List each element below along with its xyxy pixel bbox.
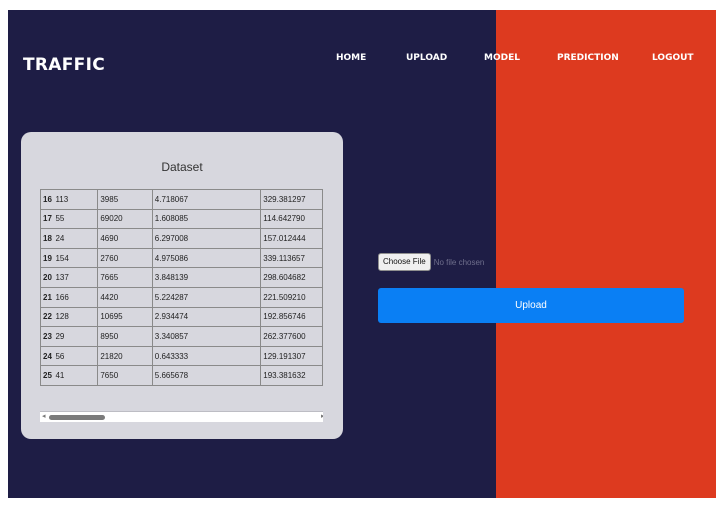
table-cell: 29 [54,326,99,347]
file-status-text: No file chosen [433,257,485,267]
table-cell: 69020 [97,208,153,230]
table-cell: 5.665678 [151,365,262,386]
table-cell: 3.848139 [151,267,262,288]
table-row: 19 154 2760 4.975086 339.113657 [40,247,323,269]
table-cell: 166 [54,286,99,308]
row-index: 20 [40,267,55,288]
table-cell: 3985 [97,189,153,210]
row-index: 24 [40,345,55,367]
table-cell: 1.608085 [151,208,262,230]
row-index: 23 [40,326,55,347]
choose-file-button[interactable]: Choose File [378,253,431,271]
horizontal-scrollbar[interactable]: ◂ ▸ [40,411,323,422]
table-cell: 2760 [97,247,153,269]
accent-panel [496,10,716,498]
table-cell: 4.975086 [151,247,262,269]
row-index: 16 [40,189,55,210]
table-cell: 262.377600 [260,326,323,347]
table-cell: 24 [54,228,99,249]
table-row: 18 24 4690 6.297008 157.012444 [40,228,323,249]
table-cell: 7650 [97,365,153,386]
table-cell: 4420 [97,286,153,308]
table-cell: 221.509210 [260,286,323,308]
nav-logout[interactable]: LOGOUT [652,53,694,63]
nav-upload[interactable]: UPLOAD [406,53,447,63]
row-index: 21 [40,286,55,308]
table-row: 20 137 7665 3.848139 298.604682 [40,267,323,288]
table-cell: 298.604682 [260,267,323,288]
table-cell: 129.191307 [260,345,323,367]
table-cell: 21820 [97,345,153,367]
table-cell: 113 [54,189,99,210]
table-row: 25 41 7650 5.665678 193.381632 [40,365,323,386]
table-cell: 4690 [97,228,153,249]
table-cell: 10695 [97,306,153,328]
file-input[interactable]: Choose File No file chosen [378,253,484,271]
row-index: 19 [40,247,55,269]
table-row: 21 166 4420 5.224287 221.509210 [40,286,323,308]
row-index: 25 [40,365,55,386]
row-index: 17 [40,208,55,230]
table-cell: 157.012444 [260,228,323,249]
table-cell: 0.643333 [151,345,262,367]
table-cell: 5.224287 [151,286,262,308]
nav-home[interactable]: HOME [336,53,366,63]
upload-button[interactable]: Upload [378,288,684,323]
table-cell: 55 [54,208,99,230]
table-cell: 329.381297 [260,189,323,210]
table-cell: 137 [54,267,99,288]
table-cell: 2.934474 [151,306,262,328]
table-cell: 114.642790 [260,208,323,230]
nav-model[interactable]: MODEL [484,53,520,63]
table-cell: 41 [54,365,99,386]
table-cell: 154 [54,247,99,269]
brand-logo[interactable]: TRAFFIC [23,55,105,75]
table-cell: 7665 [97,267,153,288]
table-row: 16 113 3985 4.718067 329.381297 [40,189,323,210]
table-cell: 128 [54,306,99,328]
row-index: 18 [40,228,55,249]
table-cell: 3.340857 [151,326,262,347]
table-cell: 339.113657 [260,247,323,269]
dataset-table-viewport[interactable]: 16 113 3985 4.718067 329.381297 17 55 69… [40,189,323,422]
nav-prediction[interactable]: PREDICTION [557,53,619,63]
table-row: 17 55 69020 1.608085 114.642790 [40,208,323,230]
table-row: 24 56 21820 0.643333 129.191307 [40,345,323,367]
table-cell: 193.381632 [260,365,323,386]
table-cell: 4.718067 [151,189,262,210]
table-cell: 192.856746 [260,306,323,328]
table-row: 22 128 10695 2.934474 192.856746 [40,306,323,328]
dataset-title: Dataset [161,160,203,174]
table-cell: 6.297008 [151,228,262,249]
dataset-table: 16 113 3985 4.718067 329.381297 17 55 69… [40,189,323,386]
row-index: 22 [40,306,55,328]
dataset-card: Dataset 16 113 3985 4.718067 329.381297 … [21,132,343,439]
table-cell: 8950 [97,326,153,347]
scroll-right-icon[interactable]: ▸ [321,413,323,421]
horizontal-scroll-thumb[interactable] [49,415,105,420]
app-frame: TRAFFIC HOME UPLOAD MODEL PREDICTION LOG… [8,10,716,498]
table-row: 23 29 8950 3.340857 262.377600 [40,326,323,347]
table-cell: 56 [54,345,99,367]
scroll-left-icon[interactable]: ◂ [42,413,46,421]
